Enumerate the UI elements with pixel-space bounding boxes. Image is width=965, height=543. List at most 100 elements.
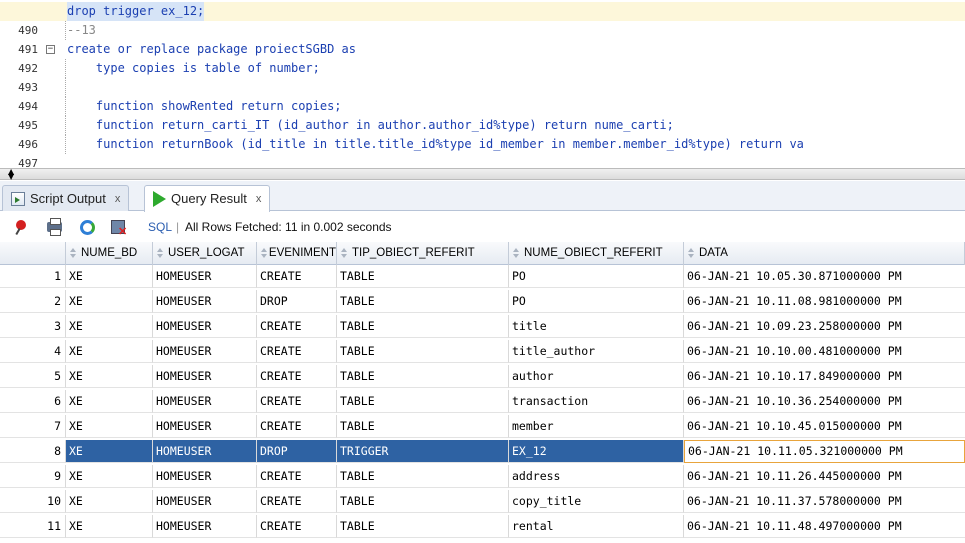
table-cell[interactable]: rental (509, 515, 684, 538)
table-cell[interactable]: TABLE (337, 515, 509, 538)
tab-query-result[interactable]: Query Result x (144, 185, 271, 212)
row-number[interactable]: 5 (0, 365, 66, 388)
table-cell[interactable]: XE (66, 465, 153, 488)
table-cell[interactable]: CREATE (257, 465, 337, 488)
table-cell[interactable]: CREATE (257, 315, 337, 338)
table-cell[interactable]: HOMEUSER (153, 390, 257, 413)
code-line-490[interactable]: 490 drop trigger ex_12; (0, 2, 965, 37)
table-cell[interactable]: 06-JAN-21 10.10.17.849000000 PM (684, 365, 965, 388)
table-row[interactable]: 10 XE HOMEUSER CREATE TABLE copy_title 0… (0, 490, 965, 513)
table-cell[interactable]: 06-JAN-21 10.11.48.497000000 PM (684, 515, 965, 538)
table-cell[interactable]: HOMEUSER (153, 265, 257, 288)
row-number[interactable]: 4 (0, 340, 66, 363)
code-line-493[interactable]: 493 type copies is table of number; (0, 59, 965, 94)
table-cell[interactable]: HOMEUSER (153, 490, 257, 513)
table-cell[interactable]: transaction (509, 390, 684, 413)
table-cell[interactable]: title (509, 315, 684, 338)
table-cell[interactable]: XE (66, 340, 153, 363)
table-row[interactable]: 9 XE HOMEUSER CREATE TABLE address 06-JA… (0, 465, 965, 488)
code-text[interactable]: function return_carti_IT (id_author in a… (67, 116, 674, 135)
table-cell[interactable]: 06-JAN-21 10.11.37.578000000 PM (684, 490, 965, 513)
table-cell[interactable]: CREATE (257, 265, 337, 288)
row-number[interactable]: 1 (0, 265, 66, 288)
close-icon[interactable]: x (256, 187, 262, 211)
sort-icon[interactable] (512, 247, 521, 260)
table-cell[interactable]: CREATE (257, 365, 337, 388)
cancel-query-button[interactable] (110, 219, 128, 238)
table-cell[interactable]: 06-JAN-21 10.10.00.481000000 PM (684, 340, 965, 363)
table-cell[interactable]: TABLE (337, 340, 509, 363)
refresh-button[interactable] (79, 219, 97, 236)
table-cell[interactable]: copy_title (509, 490, 684, 513)
table-cell[interactable]: PO (509, 265, 684, 288)
tab-script-output[interactable]: Script Output x (2, 185, 130, 211)
row-number[interactable]: 2 (0, 290, 66, 313)
row-number[interactable]: 6 (0, 390, 66, 413)
table-cell[interactable]: 06-JAN-21 10.11.08.981000000 PM (684, 290, 965, 313)
table-cell[interactable]: HOMEUSER (153, 340, 257, 363)
table-cell[interactable]: XE (66, 290, 153, 313)
table-cell[interactable]: DROP (257, 440, 337, 463)
table-cell[interactable]: HOMEUSER (153, 440, 257, 463)
table-cell[interactable]: XE (66, 265, 153, 288)
table-cell[interactable]: HOMEUSER (153, 515, 257, 538)
code-line-496[interactable]: 496 function return_carti_IT (id_author … (0, 116, 965, 151)
code-text[interactable]: create or replace package proiectSGBD as (67, 40, 356, 59)
table-row[interactable]: 3 XE HOMEUSER CREATE TABLE title 06-JAN-… (0, 315, 965, 338)
table-row[interactable]: 11 XE HOMEUSER CREATE TABLE rental 06-JA… (0, 515, 965, 538)
sort-icon[interactable] (687, 247, 696, 260)
sql-link[interactable]: SQL (148, 220, 172, 234)
close-icon[interactable]: x (115, 187, 121, 211)
table-cell[interactable]: TABLE (337, 265, 509, 288)
table-cell[interactable]: 06-JAN-21 10.10.45.015000000 PM (684, 415, 965, 438)
table-cell[interactable]: HOMEUSER (153, 365, 257, 388)
table-cell[interactable]: XE (66, 490, 153, 513)
table-cell[interactable]: TABLE (337, 415, 509, 438)
table-cell[interactable]: XE (66, 315, 153, 338)
table-cell[interactable]: CREATE (257, 490, 337, 513)
table-cell[interactable]: TABLE (337, 465, 509, 488)
focused-cell[interactable]: 06-JAN-21 10.11.05.321000000 PM (684, 440, 965, 463)
freeze-pin-button[interactable] (14, 219, 32, 236)
row-number[interactable]: 3 (0, 315, 66, 338)
sort-icon[interactable] (260, 247, 267, 260)
table-cell[interactable]: CREATE (257, 515, 337, 538)
code-text[interactable]: drop trigger ex_12; (67, 2, 205, 21)
row-number[interactable]: 7 (0, 415, 66, 438)
table-cell[interactable]: title_author (509, 340, 684, 363)
table-cell[interactable]: CREATE (257, 340, 337, 363)
code-line-497[interactable]: 497 function returnBook (id_title in tit… (0, 135, 965, 168)
table-cell[interactable]: 06-JAN-21 10.05.30.871000000 PM (684, 265, 965, 288)
column-header-nume-bd[interactable]: NUME_BD (66, 242, 153, 265)
code-text[interactable]: type copies is table of number; (67, 59, 320, 78)
print-button[interactable] (46, 218, 64, 236)
row-number[interactable]: 11 (0, 515, 66, 538)
table-cell[interactable]: CREATE (257, 390, 337, 413)
splitter-arrows-icon[interactable]: ▲ ▼ (8, 168, 14, 181)
table-cell[interactable]: author (509, 365, 684, 388)
code-text[interactable]: function showRented return copies; (67, 97, 342, 116)
table-cell[interactable]: EX_12 (509, 440, 684, 463)
table-cell[interactable]: 06-JAN-21 10.09.23.258000000 PM (684, 315, 965, 338)
table-row-selected[interactable]: 8 XE HOMEUSER DROP TRIGGER EX_12 06-JAN-… (0, 440, 965, 463)
sort-icon[interactable] (156, 247, 165, 260)
column-header-tip-obiect-referit[interactable]: TIP_OBIECT_REFERIT (337, 242, 509, 265)
table-row[interactable]: 4 XE HOMEUSER CREATE TABLE title_author … (0, 340, 965, 363)
table-row[interactable]: 7 XE HOMEUSER CREATE TABLE member 06-JAN… (0, 415, 965, 438)
table-row[interactable]: 2 XE HOMEUSER DROP TABLE PO 06-JAN-21 10… (0, 290, 965, 313)
sort-icon[interactable] (340, 247, 349, 260)
table-cell[interactable]: HOMEUSER (153, 415, 257, 438)
column-header-eveniment[interactable]: EVENIMENT (257, 242, 337, 265)
table-cell[interactable]: TABLE (337, 315, 509, 338)
table-cell[interactable]: PO (509, 290, 684, 313)
code-text[interactable]: function returnBook (id_title in title.t… (67, 135, 804, 154)
table-cell[interactable]: TABLE (337, 390, 509, 413)
table-cell[interactable]: HOMEUSER (153, 465, 257, 488)
pane-splitter[interactable]: ▲ ▼ (0, 168, 965, 181)
table-cell[interactable]: 06-JAN-21 10.11.26.445000000 PM (684, 465, 965, 488)
table-cell[interactable]: XE (66, 365, 153, 388)
table-cell[interactable]: 06-JAN-21 10.10.36.254000000 PM (684, 390, 965, 413)
table-cell[interactable]: address (509, 465, 684, 488)
table-cell[interactable]: HOMEUSER (153, 290, 257, 313)
table-cell[interactable]: TABLE (337, 365, 509, 388)
